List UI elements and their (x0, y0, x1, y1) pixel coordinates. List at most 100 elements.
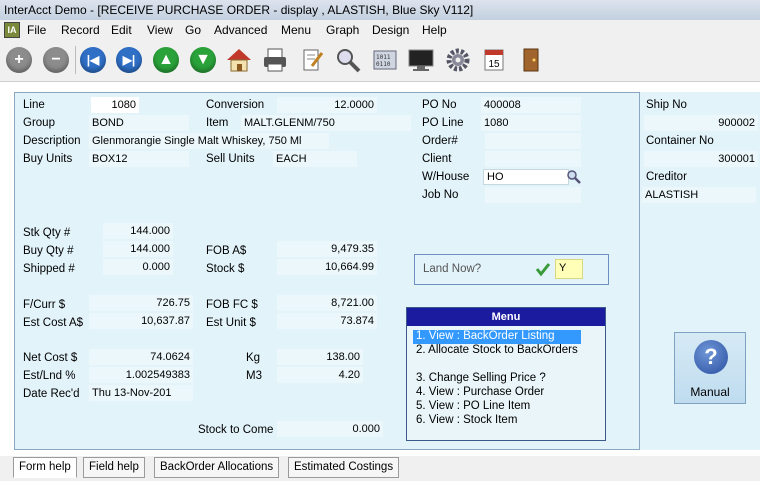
menu-advanced[interactable]: Advanced (214, 23, 267, 37)
menu-help[interactable]: Help (422, 23, 447, 37)
item-label: Item (206, 117, 229, 129)
calculator-icon[interactable]: 1011 0110 (370, 45, 400, 75)
monitor-icon[interactable] (406, 45, 436, 75)
fob-fc-field[interactable]: 8,721.00 (277, 295, 377, 311)
toolbar: + − |◀ ▶| ▲ ▼ 1011 0110 15 (0, 40, 760, 82)
tab-field-help[interactable]: Field help (83, 457, 145, 478)
menu-design[interactable]: Design (372, 23, 409, 37)
kg-field[interactable]: 138.00 (277, 349, 363, 365)
warehouse-search-icon[interactable] (566, 169, 582, 185)
menu-file[interactable]: File (27, 23, 46, 37)
est-cost-field[interactable]: 10,637.87 (89, 313, 193, 329)
down-icon[interactable]: ▼ (188, 45, 218, 75)
est-unit-field[interactable]: 73.874 (277, 313, 377, 329)
up-icon[interactable]: ▲ (151, 45, 181, 75)
est-lnd-field[interactable]: 1.002549383 (89, 367, 193, 383)
sell-units-label: Sell Units (206, 153, 255, 165)
sell-units-field[interactable]: EACH (273, 151, 357, 167)
popup-menu-title: Menu (407, 308, 605, 326)
client-field[interactable] (485, 151, 581, 167)
menu-item-change-selling-price[interactable]: 3. Change Selling Price ? (416, 372, 546, 384)
tab-backorder-allocations[interactable]: BackOrder Allocations (154, 457, 280, 478)
job-no-field[interactable] (485, 187, 581, 203)
creditor-field[interactable]: ALASTISH (642, 187, 756, 203)
buy-qty-field[interactable]: 144.000 (103, 241, 173, 257)
stk-qty-label: Stk Qty # (23, 227, 71, 239)
fob-aud-field[interactable]: 9,479.35 (277, 241, 377, 257)
buy-qty-label: Buy Qty # (23, 245, 74, 257)
menu-view[interactable]: View (147, 23, 173, 37)
manual-button-label: Manual (690, 385, 730, 399)
stock-to-come-label: Stock to Come (198, 424, 274, 436)
menu-menu[interactable]: Menu (281, 23, 311, 37)
date-recd-field[interactable]: Thu 13-Nov-201 (89, 385, 193, 401)
conversion-field[interactable]: 12.0000 (277, 97, 377, 113)
shipped-label: Shipped # (23, 263, 75, 275)
container-no-field[interactable]: 300001 (644, 151, 758, 167)
order-no-field[interactable] (485, 133, 581, 149)
tab-estimated-costings[interactable]: Estimated Costings (288, 457, 400, 478)
stk-qty-field[interactable]: 144.000 (103, 223, 173, 239)
po-no-field[interactable]: 400008 (481, 97, 581, 113)
warehouse-field[interactable]: HO (483, 169, 569, 185)
client-label: Client (422, 153, 452, 165)
date-recd-label: Date Rec'd (23, 388, 80, 400)
stock-label: Stock $ (206, 263, 245, 275)
buy-units-label: Buy Units (23, 153, 73, 165)
m3-field[interactable]: 4.20 (277, 367, 363, 383)
ship-no-label: Ship No (646, 99, 687, 111)
group-label: Group (23, 117, 55, 129)
group-field[interactable]: BOND (89, 115, 189, 131)
fcurr-field[interactable]: 726.75 (89, 295, 193, 311)
menu-edit[interactable]: Edit (111, 23, 132, 37)
edit-icon[interactable] (297, 45, 327, 75)
tab-form-help[interactable]: Form help (13, 457, 77, 478)
land-now-field[interactable]: Y (555, 259, 583, 279)
kg-label: Kg (246, 352, 261, 364)
home-icon[interactable] (224, 45, 254, 75)
search-icon[interactable] (333, 45, 363, 75)
exit-icon[interactable] (516, 45, 546, 75)
calendar-day: 15 (488, 59, 500, 70)
fob-fc-label: FOB FC $ (206, 299, 258, 311)
po-line-label: PO Line (422, 117, 464, 129)
add-icon[interactable]: + (4, 45, 34, 75)
po-line-field[interactable]: 1080 (481, 115, 581, 131)
menu-graph[interactable]: Graph (326, 23, 359, 37)
app-icon[interactable]: IA (4, 22, 20, 38)
container-no-label: Container No (646, 135, 714, 147)
stock-field[interactable]: 10,664.99 (277, 259, 377, 275)
order-no-label: Order# (422, 135, 458, 147)
line-field[interactable]: 1080 (91, 97, 139, 113)
menu-item-view-po-line[interactable]: 5. View : PO Line Item (416, 400, 530, 412)
manual-button[interactable]: ? Manual (674, 332, 746, 404)
ship-no-field[interactable]: 900002 (644, 115, 758, 131)
menu-item-view-purchase-order[interactable]: 4. View : Purchase Order (416, 386, 544, 398)
est-lnd-label: Est/Lnd % (23, 370, 76, 382)
remove-icon[interactable]: − (41, 45, 71, 75)
popup-menu: Menu 1. View : BackOrder Listing 2. Allo… (406, 307, 606, 441)
last-icon[interactable]: ▶| (114, 45, 144, 75)
menu-bar: IA File Record Edit View Go Advanced Men… (0, 20, 760, 40)
calendar-icon[interactable]: 15 (479, 45, 509, 75)
buy-units-field[interactable]: BOX12 (89, 151, 189, 167)
settings-icon[interactable] (443, 45, 473, 75)
menu-record[interactable]: Record (61, 23, 100, 37)
shipped-field[interactable]: 0.000 (103, 259, 173, 275)
menu-go[interactable]: Go (185, 23, 201, 37)
menu-item-backorder-listing[interactable]: 1. View : BackOrder Listing (416, 330, 555, 342)
fob-aud-label: FOB A$ (206, 245, 247, 257)
description-field[interactable]: Glenmorangie Single Malt Whiskey, 750 Ml (89, 133, 329, 149)
net-cost-field[interactable]: 74.0624 (89, 349, 193, 365)
first-icon[interactable]: |◀ (78, 45, 108, 75)
item-field[interactable]: MALT.GLENM/750 (241, 115, 411, 131)
stock-to-come-field[interactable]: 0.000 (277, 421, 383, 437)
est-cost-label: Est Cost A$ (23, 317, 84, 329)
menu-item-view-stock-item[interactable]: 6. View : Stock Item (416, 414, 517, 426)
print-icon[interactable] (260, 45, 290, 75)
fcurr-label: F/Curr $ (23, 299, 66, 311)
menu-item-allocate-stock[interactable]: 2. Allocate Stock to BackOrders (416, 344, 578, 356)
warehouse-label: W/House (422, 171, 470, 183)
svg-text:1011: 1011 (376, 54, 391, 61)
job-no-label: Job No (422, 189, 459, 201)
